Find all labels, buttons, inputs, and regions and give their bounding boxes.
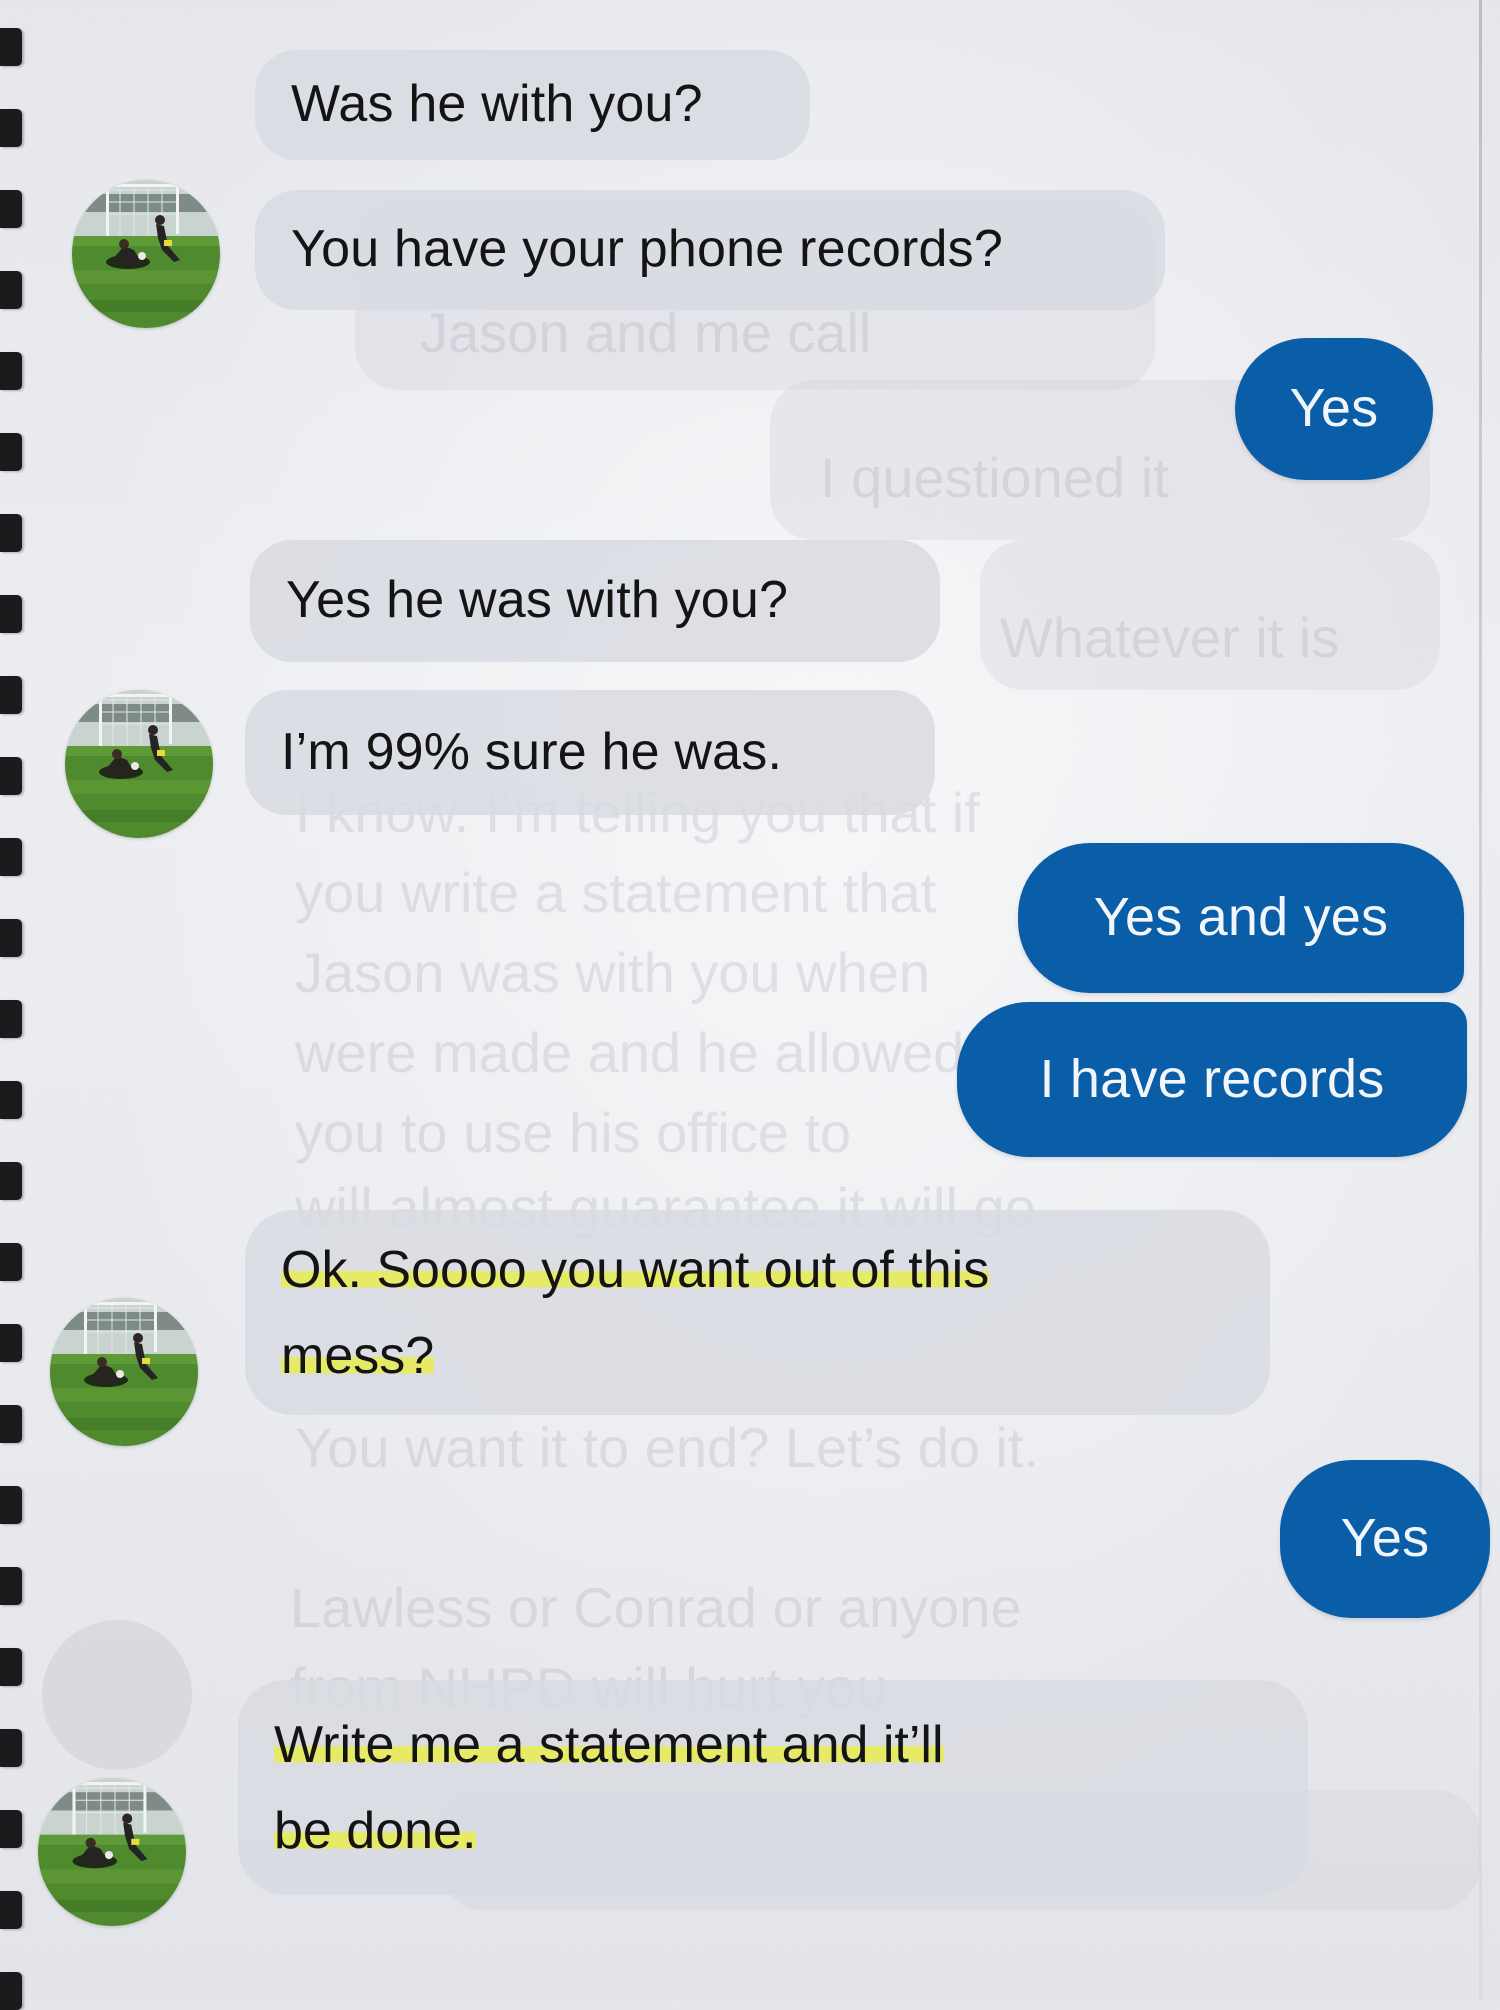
binding-hole — [0, 433, 22, 471]
binding-hole — [0, 1648, 22, 1686]
message-text: Yes — [1289, 378, 1379, 439]
show-through-text: Lawless or Conrad or anyone — [290, 1576, 1022, 1639]
outgoing-message[interactable]: Yes — [1235, 338, 1433, 480]
show-through-text: Whatever it is — [1000, 606, 1340, 669]
binding-hole — [0, 1486, 22, 1524]
contact-avatar[interactable] — [65, 690, 213, 838]
binding-hole — [0, 757, 22, 795]
message-line: Write me a statement and it’ll — [274, 1702, 944, 1788]
binding-hole — [0, 838, 22, 876]
binding-hole — [0, 514, 22, 552]
binding-hole — [0, 190, 22, 228]
show-through-text: I questioned it — [820, 446, 1169, 509]
highlighted-text: be done. — [274, 1801, 477, 1860]
profile-photo-icon — [72, 180, 220, 328]
message-text: Was he with you? — [291, 75, 703, 134]
incoming-message[interactable]: Write me a statement and it’ll be done. — [238, 1680, 1308, 1895]
highlighted-text: Write me a statement and it’ll — [274, 1715, 944, 1774]
binding-hole — [0, 919, 22, 957]
binding-hole — [0, 109, 22, 147]
page-edge — [1479, 0, 1482, 2000]
binding-hole — [0, 1810, 22, 1848]
show-through-text: Jason was with you when — [295, 941, 931, 1004]
binding-hole — [0, 1729, 22, 1767]
message-text: Yes and yes — [1093, 887, 1389, 948]
message-text: Yes he was with you? — [286, 571, 789, 630]
incoming-message[interactable]: Ok. Soooo you want out of this mess? — [245, 1210, 1270, 1415]
binding-hole — [0, 1243, 22, 1281]
contact-avatar[interactable] — [50, 1298, 198, 1446]
binding-hole — [0, 676, 22, 714]
binding-hole — [0, 1081, 22, 1119]
binding-hole — [0, 1405, 22, 1443]
outgoing-message[interactable]: I have records — [957, 1002, 1467, 1157]
highlighted-text: mess? — [281, 1326, 435, 1385]
incoming-message[interactable]: Yes he was with you? — [250, 540, 940, 662]
binding-hole — [0, 595, 22, 633]
binding-hole — [0, 271, 22, 309]
message-text: I have records — [1039, 1048, 1385, 1109]
outgoing-message[interactable]: Yes — [1280, 1460, 1490, 1618]
show-through-text: you write a statement that — [295, 861, 937, 924]
message-line: mess? — [281, 1313, 435, 1399]
contact-avatar[interactable] — [38, 1778, 186, 1926]
show-through-text: were made and he allowed — [295, 1021, 965, 1084]
profile-photo-icon — [38, 1778, 186, 1926]
message-line: Ok. Soooo you want out of this — [281, 1227, 990, 1313]
binding-hole — [0, 352, 22, 390]
binding-hole — [0, 1891, 22, 1929]
spiral-binding — [0, 0, 30, 2010]
show-through-text: You want it to end? Let’s do it. — [295, 1416, 1040, 1479]
binding-hole — [0, 1972, 22, 2010]
binding-hole — [0, 1567, 22, 1605]
highlighted-text: Ok. Soooo you want out of this — [281, 1240, 990, 1299]
binding-hole — [0, 1324, 22, 1362]
avatar-placeholder — [42, 1620, 192, 1770]
message-text: Yes — [1340, 1508, 1430, 1569]
outgoing-message[interactable]: Yes and yes — [1018, 843, 1464, 993]
binding-hole — [0, 1162, 22, 1200]
incoming-message[interactable]: Was he with you? — [255, 50, 810, 160]
incoming-message[interactable]: You have your phone records? — [255, 190, 1165, 310]
profile-photo-icon — [65, 690, 213, 838]
binding-hole — [0, 28, 22, 66]
incoming-message[interactable]: I’m 99% sure he was. — [245, 690, 935, 815]
message-line: be done. — [274, 1788, 477, 1874]
show-through-text: you to use his office to — [295, 1101, 852, 1164]
binding-hole — [0, 1000, 22, 1038]
message-text: You have your phone records? — [291, 220, 1003, 279]
contact-avatar[interactable] — [72, 180, 220, 328]
profile-photo-icon — [50, 1298, 198, 1446]
message-text: I’m 99% sure he was. — [281, 722, 783, 781]
